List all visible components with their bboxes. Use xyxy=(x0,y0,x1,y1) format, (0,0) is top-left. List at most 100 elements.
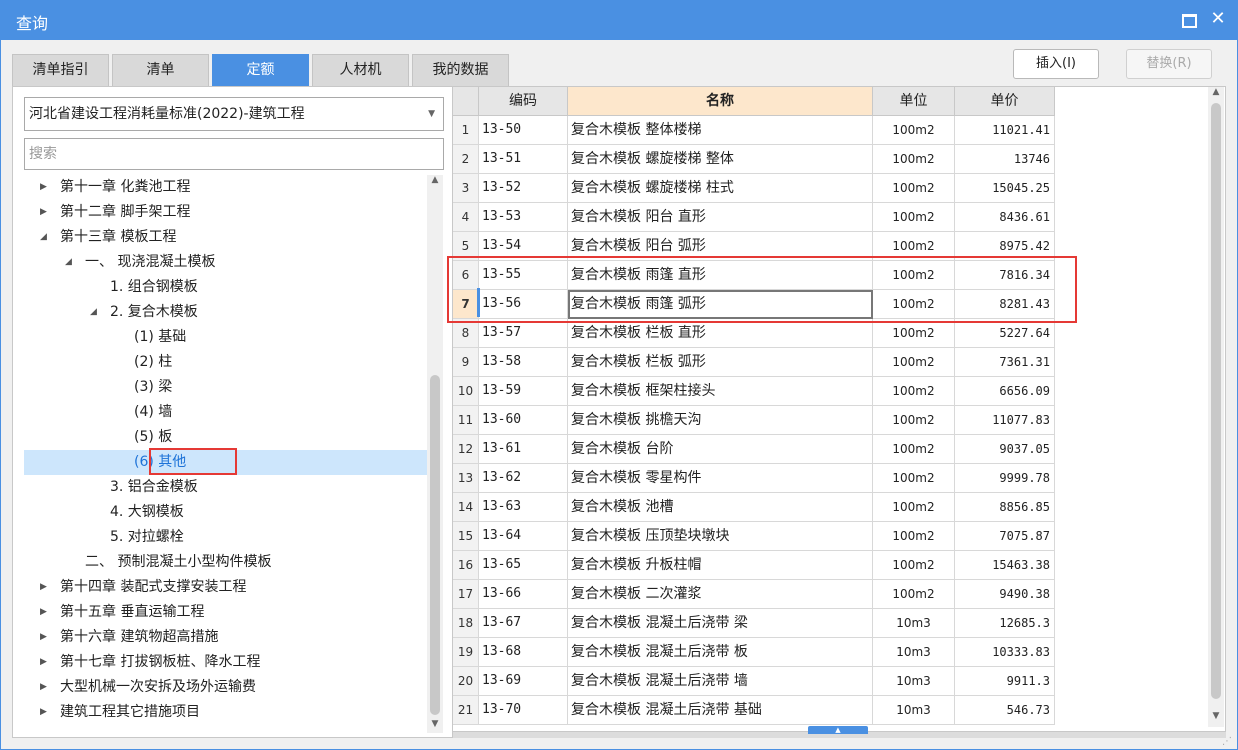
tree-node[interactable]: (5) 板 xyxy=(24,425,428,450)
row-number[interactable]: 1 xyxy=(453,116,479,145)
cell-name[interactable]: 复合木模板 压顶垫块墩块 xyxy=(568,522,873,551)
expand-arrow-icon[interactable]: ▶ xyxy=(40,700,47,725)
row-number[interactable]: 13 xyxy=(453,464,479,493)
row-number[interactable]: 17 xyxy=(453,580,479,609)
cell-unit[interactable]: 10m3 xyxy=(873,638,955,667)
grid-scrollbar[interactable]: ▲ ▼ xyxy=(1208,87,1224,727)
column-header[interactable]: 单位 xyxy=(873,87,955,116)
cell-name[interactable]: 复合木模板 升板柱帽 xyxy=(568,551,873,580)
resize-grip-icon[interactable]: ⋰ xyxy=(1222,736,1234,748)
chevron-down-icon[interactable]: ▼ xyxy=(428,98,435,130)
cell-name[interactable]: 复合木模板 挑檐天沟 xyxy=(568,406,873,435)
cell-code[interactable]: 13-67 xyxy=(479,609,568,638)
cell-unit[interactable]: 10m3 xyxy=(873,667,955,696)
cell-price[interactable]: 7361.31 xyxy=(955,348,1055,377)
cell-name[interactable]: 复合木模板 零星构件 xyxy=(568,464,873,493)
cell-unit[interactable]: 100m2 xyxy=(873,435,955,464)
cell-price[interactable]: 8436.61 xyxy=(955,203,1055,232)
tree-node[interactable]: ▶ 第十六章 建筑物超高措施 xyxy=(24,625,428,650)
row-number[interactable]: 8 xyxy=(453,319,479,348)
cell-price[interactable]: 9911.3 xyxy=(955,667,1055,696)
cell-name[interactable]: 复合木模板 混凝土后浇带 板 xyxy=(568,638,873,667)
tree-node[interactable]: ▶ 第十一章 化粪池工程 xyxy=(24,175,428,200)
cell-name[interactable]: 复合木模板 混凝土后浇带 墙 xyxy=(568,667,873,696)
cell-code[interactable]: 13-51 xyxy=(479,145,568,174)
tree-node[interactable]: 1. 组合钢模板 xyxy=(24,275,428,300)
tree-node[interactable]: (2) 柱 xyxy=(24,350,428,375)
cell-unit[interactable]: 100m2 xyxy=(873,464,955,493)
cell-name[interactable]: 复合木模板 台阶 xyxy=(568,435,873,464)
cell-code[interactable]: 13-65 xyxy=(479,551,568,580)
cell-code[interactable]: 13-59 xyxy=(479,377,568,406)
cell-price[interactable]: 12685.3 xyxy=(955,609,1055,638)
cell-unit[interactable]: 100m2 xyxy=(873,145,955,174)
cell-unit[interactable]: 100m2 xyxy=(873,203,955,232)
cell-price[interactable]: 15045.25 xyxy=(955,174,1055,203)
cell-name[interactable]: 复合木模板 二次灌浆 xyxy=(568,580,873,609)
row-number[interactable]: 21 xyxy=(453,696,479,725)
cell-code[interactable]: 13-62 xyxy=(479,464,568,493)
cell-price[interactable]: 8856.85 xyxy=(955,493,1055,522)
cell-unit[interactable]: 100m2 xyxy=(873,522,955,551)
scroll-down-icon[interactable]: ▼ xyxy=(428,719,442,729)
cell-unit[interactable]: 100m2 xyxy=(873,377,955,406)
tree-node[interactable]: 3. 铝合金模板 xyxy=(24,475,428,500)
cell-code[interactable]: 13-63 xyxy=(479,493,568,522)
cell-name[interactable]: 复合木模板 混凝土后浇带 梁 xyxy=(568,609,873,638)
collapse-arrow-icon[interactable]: ◢ xyxy=(65,250,72,275)
cell-code[interactable]: 13-60 xyxy=(479,406,568,435)
tree-node[interactable]: 二、 预制混凝土小型构件模板 xyxy=(24,550,428,575)
row-number[interactable]: 20 xyxy=(453,667,479,696)
cell-name[interactable]: 复合木模板 栏板 直形 xyxy=(568,319,873,348)
row-number[interactable]: 16 xyxy=(453,551,479,580)
row-number[interactable]: 18 xyxy=(453,609,479,638)
cell-code[interactable]: 13-70 xyxy=(479,696,568,725)
tree-node[interactable]: ◢ 一、 现浇混凝土模板 xyxy=(24,250,428,275)
tab-2[interactable]: 定额 xyxy=(212,54,309,86)
tree-node[interactable]: (4) 墙 xyxy=(24,400,428,425)
insert-button[interactable]: 插入(I) xyxy=(1013,49,1099,79)
cell-price[interactable]: 546.73 xyxy=(955,696,1055,725)
cell-code[interactable]: 13-69 xyxy=(479,667,568,696)
cell-unit[interactable]: 10m3 xyxy=(873,696,955,725)
collapse-arrow-icon[interactable]: ◢ xyxy=(90,300,97,325)
cell-price[interactable]: 11021.41 xyxy=(955,116,1055,145)
panel-expand-grip[interactable]: ▲ xyxy=(808,726,868,734)
cell-price[interactable]: 9490.38 xyxy=(955,580,1055,609)
cell-unit[interactable]: 100m2 xyxy=(873,348,955,377)
cell-code[interactable]: 13-58 xyxy=(479,348,568,377)
expand-arrow-icon[interactable]: ▶ xyxy=(40,600,47,625)
cell-code[interactable]: 13-66 xyxy=(479,580,568,609)
expand-arrow-icon[interactable]: ▶ xyxy=(40,175,47,200)
tree-node[interactable]: 4. 大钢模板 xyxy=(24,500,428,525)
cell-code[interactable]: 13-61 xyxy=(479,435,568,464)
row-number[interactable]: 14 xyxy=(453,493,479,522)
close-icon[interactable]: ✕ xyxy=(1207,8,1229,30)
expand-arrow-icon[interactable]: ▶ xyxy=(40,575,47,600)
column-header[interactable]: 单价 xyxy=(955,87,1055,116)
row-number[interactable]: 12 xyxy=(453,435,479,464)
tree-node[interactable]: ◢ 第十三章 模板工程 xyxy=(24,225,428,250)
row-number[interactable]: 10 xyxy=(453,377,479,406)
cell-name[interactable]: 复合木模板 混凝土后浇带 基础 xyxy=(568,696,873,725)
tree-node[interactable]: ▶ 第十二章 脚手架工程 xyxy=(24,200,428,225)
cell-price[interactable]: 10333.83 xyxy=(955,638,1055,667)
tree-node[interactable]: ▶ 第十五章 垂直运输工程 xyxy=(24,600,428,625)
cell-unit[interactable]: 100m2 xyxy=(873,116,955,145)
cell-name[interactable]: 复合木模板 螺旋楼梯 整体 xyxy=(568,145,873,174)
tree-node[interactable]: 5. 对拉螺栓 xyxy=(24,525,428,550)
scroll-down-icon[interactable]: ▼ xyxy=(1209,711,1223,721)
cell-code[interactable]: 13-50 xyxy=(479,116,568,145)
row-number[interactable]: 3 xyxy=(453,174,479,203)
expand-arrow-icon[interactable]: ▶ xyxy=(40,650,47,675)
cell-name[interactable]: 复合木模板 螺旋楼梯 柱式 xyxy=(568,174,873,203)
row-number[interactable]: 2 xyxy=(453,145,479,174)
tab-0[interactable]: 清单指引 xyxy=(12,54,109,86)
expand-arrow-icon[interactable]: ▶ xyxy=(40,200,47,225)
cell-unit[interactable]: 100m2 xyxy=(873,406,955,435)
cell-name[interactable]: 复合木模板 阳台 直形 xyxy=(568,203,873,232)
cell-unit[interactable]: 10m3 xyxy=(873,609,955,638)
replace-button[interactable]: 替换(R) xyxy=(1126,49,1212,79)
column-header[interactable]: 名称 xyxy=(568,87,873,116)
cell-unit[interactable]: 100m2 xyxy=(873,551,955,580)
